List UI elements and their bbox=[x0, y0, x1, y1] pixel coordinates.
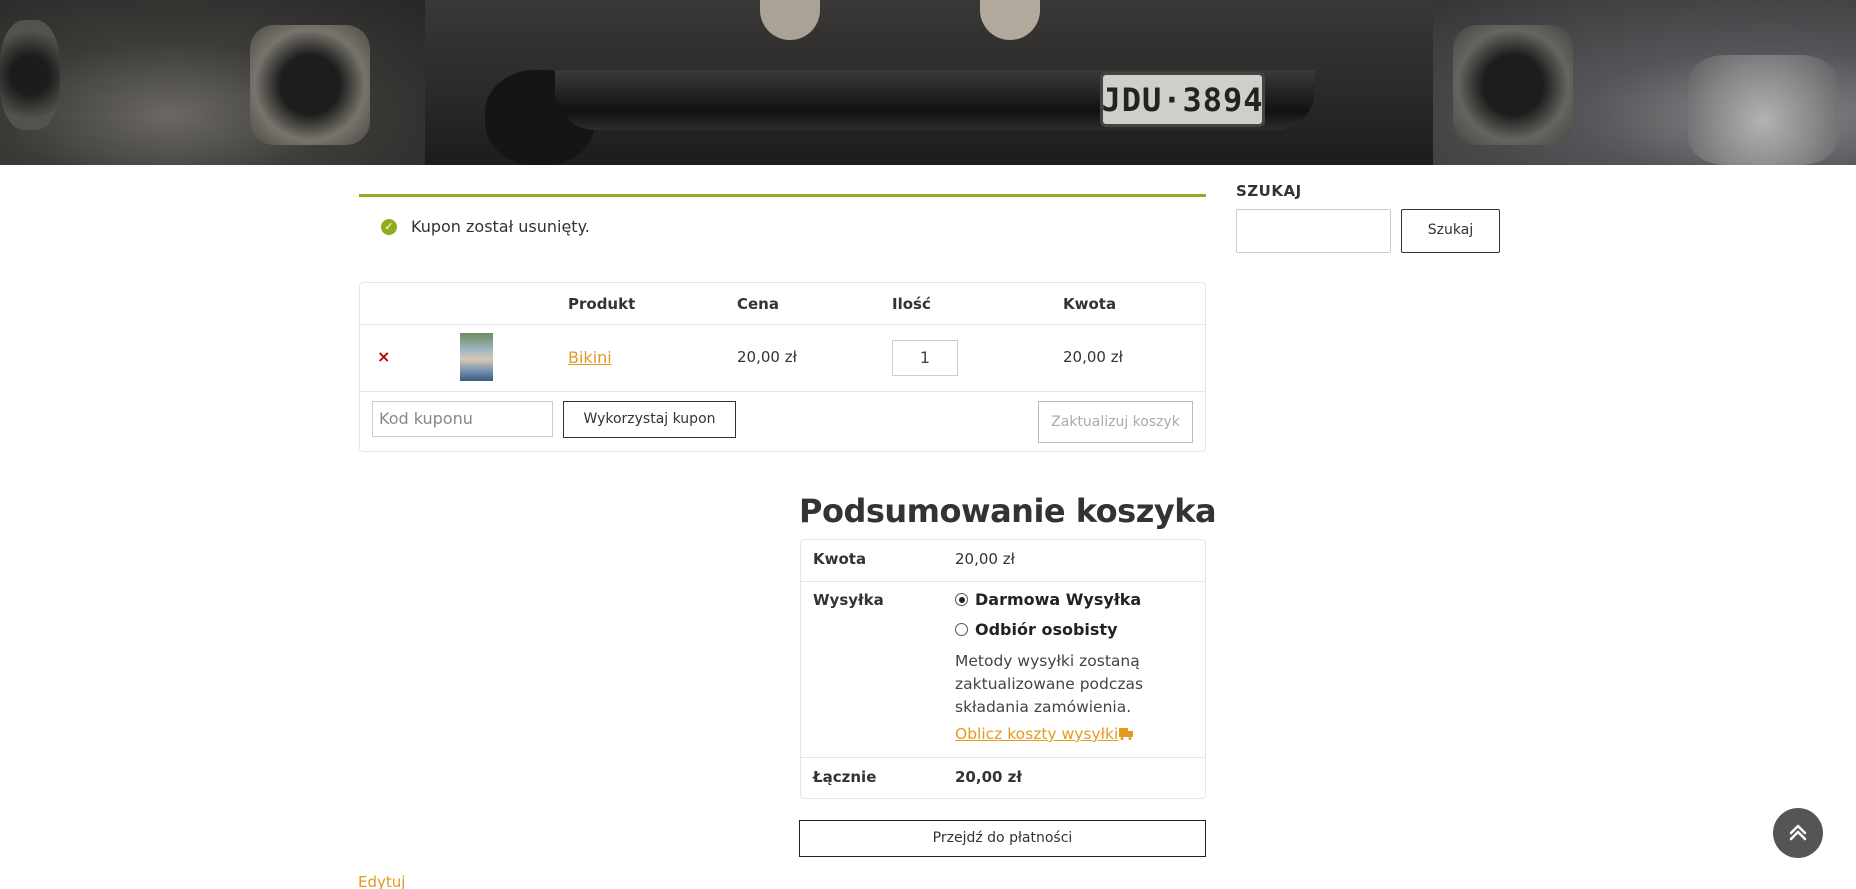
hero-blur-right bbox=[1433, 0, 1856, 165]
chevron-up-icon bbox=[1789, 824, 1807, 841]
remove-item-icon[interactable]: × bbox=[377, 347, 390, 366]
search-input[interactable] bbox=[1236, 209, 1391, 253]
hero-photo: JDU·3894 bbox=[425, 0, 1433, 165]
subtotal-label: Kwota bbox=[813, 550, 867, 568]
hero-blur-left bbox=[0, 0, 425, 165]
coupon-removed-notice: ✓ Kupon został usunięty. bbox=[359, 194, 1206, 254]
shipping-option-pickup[interactable]: Odbiór osobisty bbox=[975, 620, 1118, 639]
shipping-label: Wysyłka bbox=[813, 591, 884, 609]
truck-icon[interactable] bbox=[1119, 728, 1134, 740]
proceed-to-checkout-button[interactable]: Przejdź do płatności bbox=[799, 820, 1206, 857]
cart-actions: Kod kuponu Wykorzystaj kupon Zaktualizuj… bbox=[360, 393, 1205, 453]
cart-table: Produkt Cena Ilość Kwota × Bikini 20,00 … bbox=[359, 282, 1206, 452]
check-circle-icon: ✓ bbox=[381, 219, 397, 235]
quantity-input[interactable]: 1 bbox=[892, 340, 958, 376]
shipping-radio-pickup[interactable] bbox=[955, 623, 968, 636]
product-thumbnail[interactable] bbox=[460, 333, 493, 381]
calculate-shipping-link[interactable]: Oblicz koszty wysyłki bbox=[955, 725, 1118, 743]
column-header-product: Produkt bbox=[568, 295, 636, 313]
total-value: 20,00 zł bbox=[955, 768, 1022, 786]
column-header-price: Cena bbox=[737, 295, 779, 313]
shipping-radio-free[interactable] bbox=[955, 593, 968, 606]
product-name-link[interactable]: Bikini bbox=[568, 348, 612, 367]
shipping-option-free[interactable]: Darmowa Wysyłka bbox=[975, 590, 1141, 609]
license-plate: JDU·3894 bbox=[1100, 72, 1265, 127]
cart-totals-table: Kwota 20,00 zł Wysyłka Darmowa Wysyłka O… bbox=[800, 539, 1206, 799]
hero-banner-image: JDU·3894 bbox=[0, 0, 1856, 165]
cart-totals-title: Podsumowanie koszyka bbox=[799, 492, 1217, 530]
update-cart-button[interactable]: Zaktualizuj koszyk bbox=[1038, 401, 1193, 443]
shipping-note: Metody wysyłki zostaną zaktualizowane po… bbox=[955, 652, 1144, 716]
cart-item-row: × Bikini 20,00 zł 1 20,00 zł bbox=[360, 325, 1205, 392]
product-subtotal: 20,00 zł bbox=[1063, 348, 1123, 366]
notice-message: Kupon został usunięty. bbox=[411, 217, 590, 236]
product-price: 20,00 zł bbox=[737, 348, 797, 366]
scroll-to-top-button[interactable] bbox=[1773, 808, 1823, 858]
cart-table-header: Produkt Cena Ilość Kwota bbox=[360, 283, 1205, 325]
column-header-quantity: Ilość bbox=[892, 295, 931, 313]
search-widget-title: SZUKAJ bbox=[1236, 182, 1302, 200]
subtotal-value: 20,00 zł bbox=[955, 550, 1015, 568]
column-header-subtotal: Kwota bbox=[1063, 295, 1117, 313]
apply-coupon-button[interactable]: Wykorzystaj kupon bbox=[563, 401, 736, 438]
coupon-code-input[interactable]: Kod kuponu bbox=[372, 401, 553, 437]
total-label: Łącznie bbox=[813, 768, 877, 786]
edit-link[interactable]: Edytuj bbox=[358, 873, 405, 889]
search-button[interactable]: Szukaj bbox=[1401, 209, 1500, 253]
